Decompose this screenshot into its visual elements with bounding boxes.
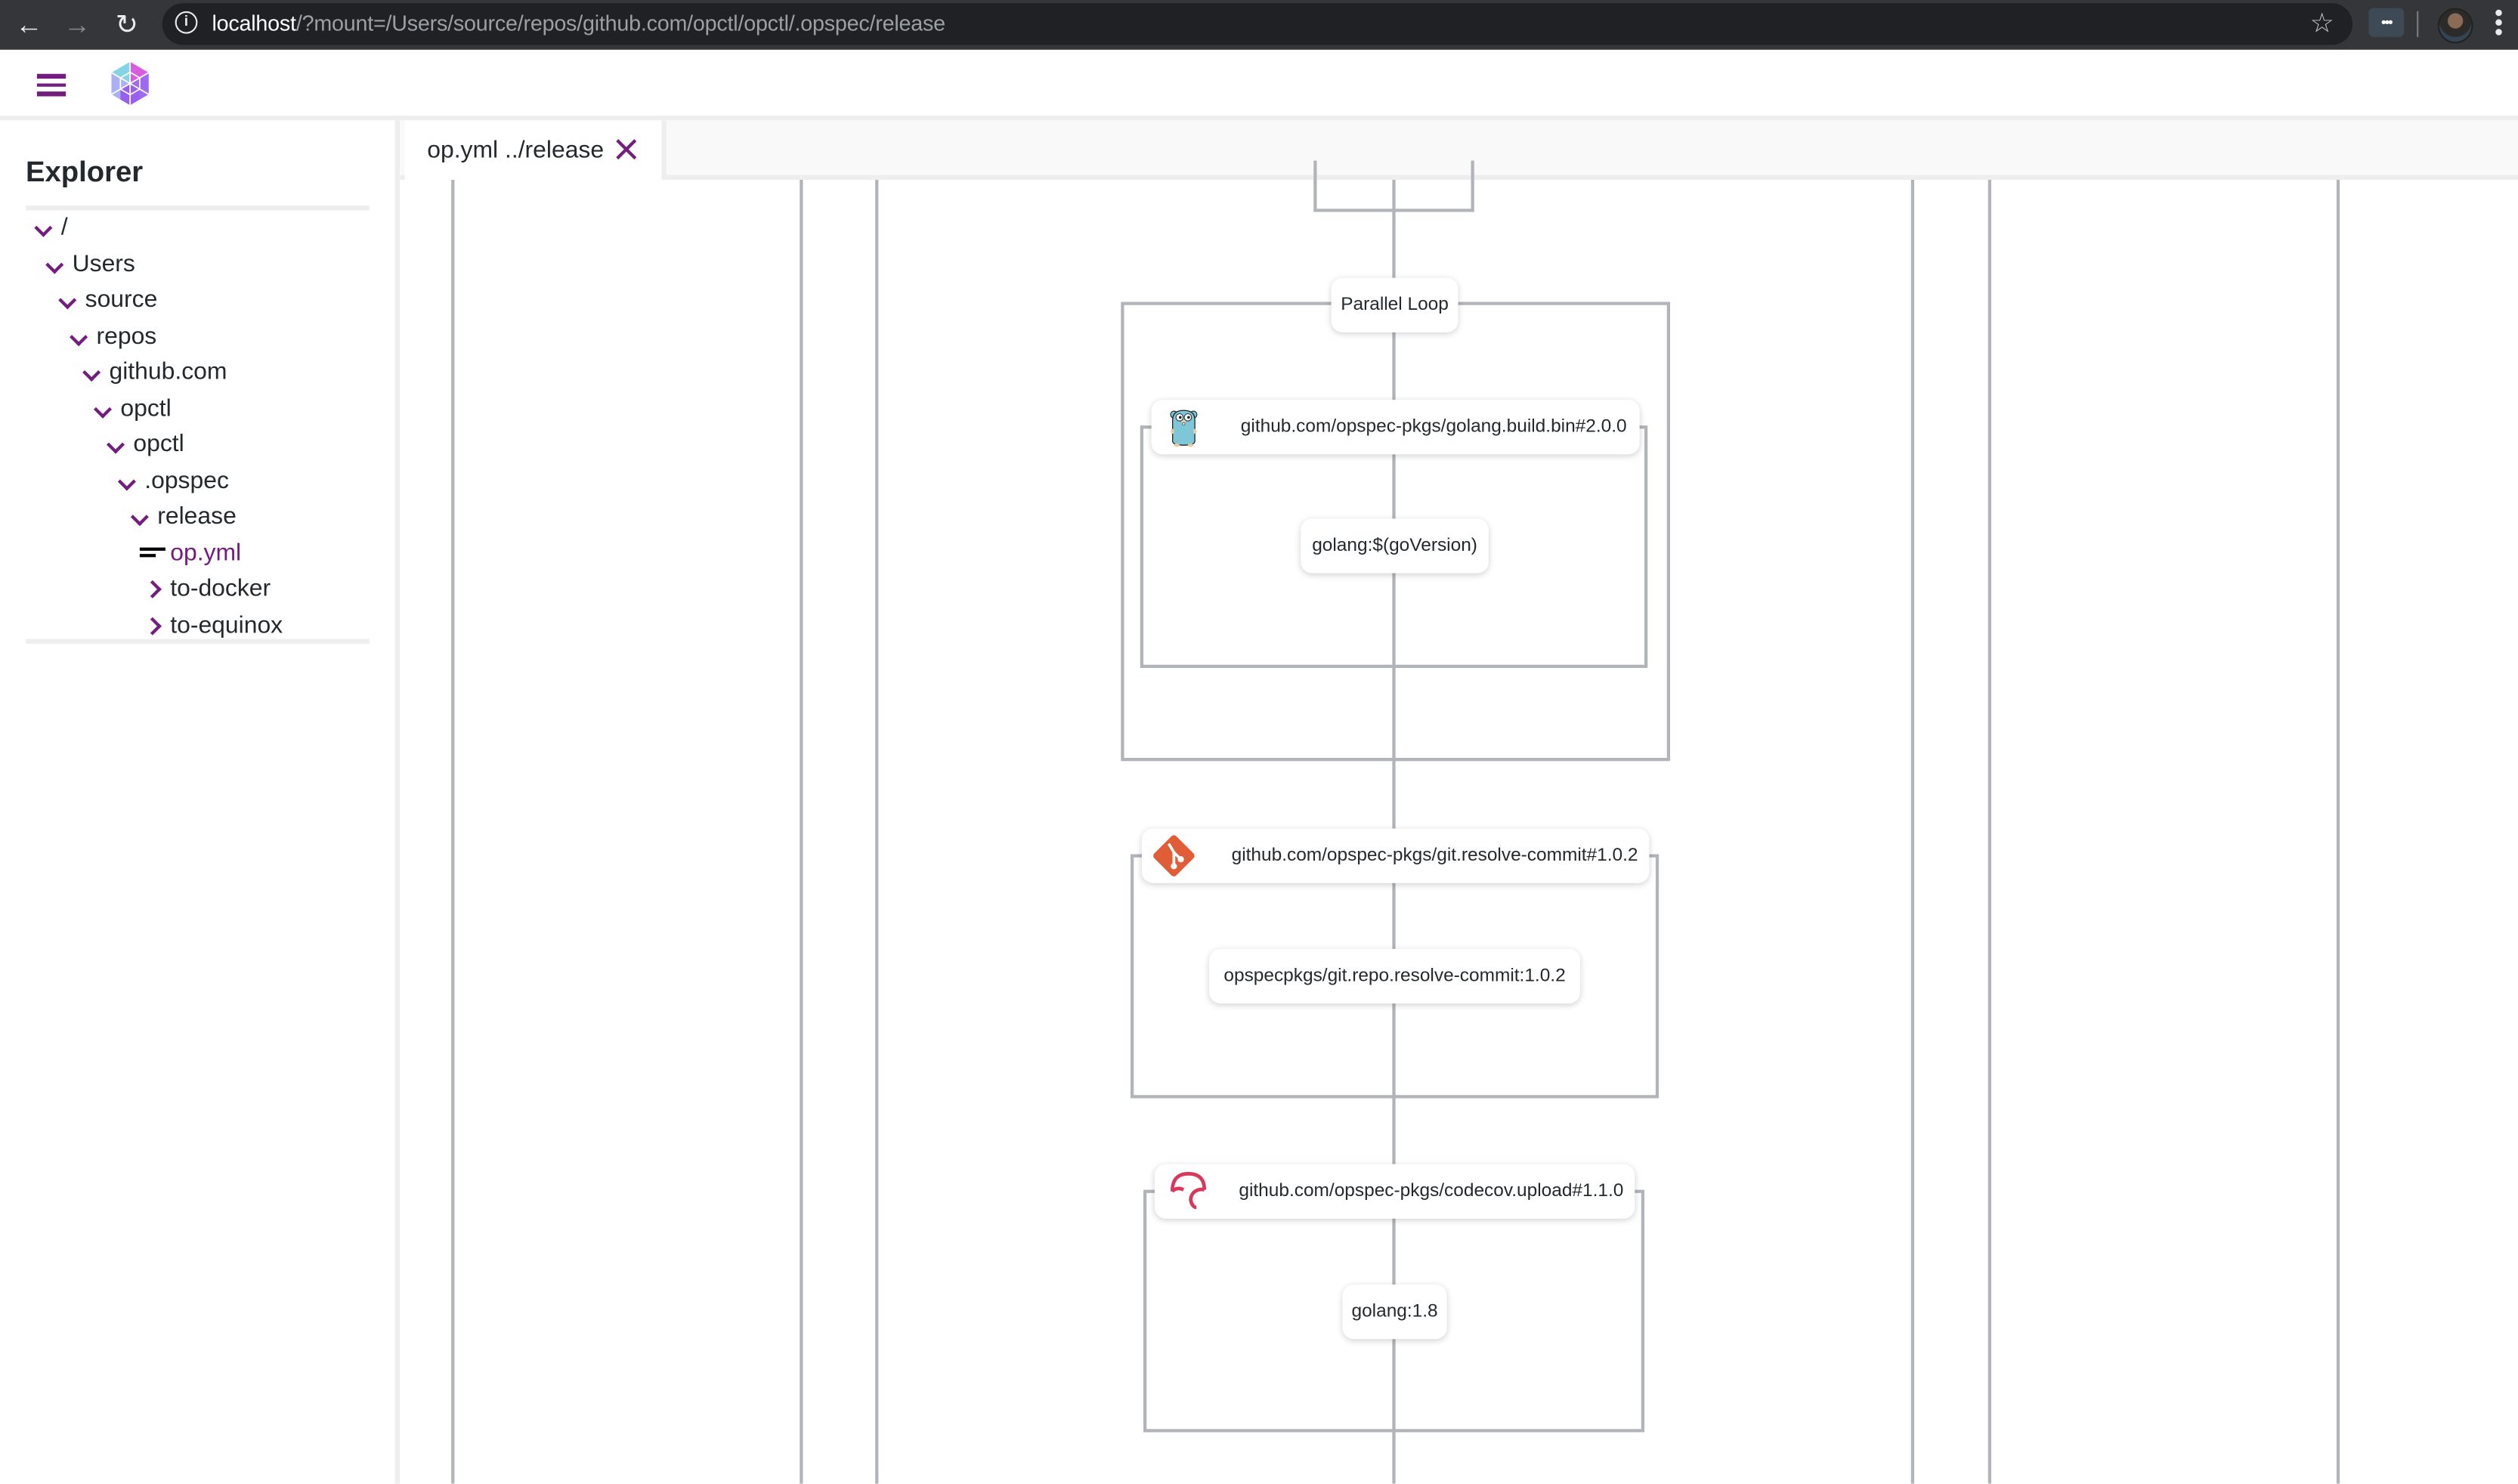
explorer-title: Explorer xyxy=(26,156,144,188)
tree-item-github-com[interactable]: github.com xyxy=(80,355,227,391)
container-image: opspecpkgs/git.repo.resolve-commit:1.0.2 xyxy=(1223,966,1566,986)
tree-item-label: release xyxy=(157,502,237,530)
chevron-down-icon[interactable] xyxy=(56,283,79,318)
op-ref: github.com/opspec-pkgs/codecov.upload#1.… xyxy=(1239,1182,1624,1201)
git-icon xyxy=(1153,835,1195,876)
lane-line xyxy=(1987,180,1991,1484)
tree-item-root[interactable]: / xyxy=(32,210,68,246)
chevron-down-icon[interactable] xyxy=(128,499,151,535)
reload-button[interactable]: ↻ xyxy=(110,8,145,44)
container-image: golang:1.8 xyxy=(1351,1302,1438,1322)
chevron-down-icon[interactable] xyxy=(80,355,103,391)
arrow-left-icon: ← xyxy=(15,9,43,41)
tree-item-release[interactable]: release xyxy=(128,499,237,535)
tab-op-yml[interactable]: op.yml ../release xyxy=(404,120,667,180)
codecov-icon xyxy=(1170,1172,1207,1210)
tree-item-label: source xyxy=(85,286,158,314)
reload-icon: ↻ xyxy=(115,9,139,41)
tree-item-label: op.yml xyxy=(170,539,242,567)
arrow-right-icon: → xyxy=(63,9,91,41)
container-node[interactable]: golang:$(goVersion) xyxy=(1301,518,1489,574)
tree-item-label: opctl xyxy=(133,430,184,458)
container-image: golang:$(goVersion) xyxy=(1312,536,1477,556)
gopher-icon xyxy=(1170,410,1198,447)
lane-line xyxy=(875,180,879,1484)
lane-line xyxy=(1910,180,1914,1484)
chevron-down-icon[interactable] xyxy=(43,247,66,283)
toolbar-divider xyxy=(2417,11,2419,37)
close-icon[interactable] xyxy=(614,137,639,162)
star-icon: ☆ xyxy=(2309,8,2334,39)
opctl-logo-icon[interactable] xyxy=(106,60,154,108)
tab-label: op.yml ../release xyxy=(427,136,605,164)
op-ref: github.com/opspec-pkgs/golang.build.bin#… xyxy=(1240,417,1627,437)
op-ref: github.com/opspec-pkgs/git.resolve-commi… xyxy=(1231,846,1638,866)
app-header xyxy=(0,49,2518,121)
op-node-codecov-upload[interactable]: github.com/opspec-pkgs/codecov.upload#1.… xyxy=(1154,1164,1635,1219)
tree-item-opctl-org[interactable]: opctl xyxy=(91,392,172,428)
tree-item-label: opctl xyxy=(120,394,172,422)
tree-item-repos[interactable]: repos xyxy=(67,320,157,355)
tree-item-label: repos xyxy=(96,323,157,351)
profile-avatar[interactable] xyxy=(2437,8,2473,44)
chevron-down-icon[interactable] xyxy=(91,392,114,428)
tree-item-source[interactable]: source xyxy=(56,283,158,318)
extension-button[interactable]: ••• xyxy=(2368,8,2405,37)
chevron-right-icon[interactable] xyxy=(141,572,164,608)
tree-item-label: to-docker xyxy=(170,574,271,602)
chevron-down-icon[interactable] xyxy=(32,210,55,246)
forward-button[interactable]: → xyxy=(60,8,95,44)
tree-item-to-equinox[interactable]: to-equinox xyxy=(141,608,283,644)
lane-line xyxy=(451,180,455,1484)
container-node[interactable]: opspecpkgs/git.repo.resolve-commit:1.0.2 xyxy=(1209,948,1580,1004)
tree-item-label: .opspec xyxy=(144,467,229,495)
tree-item-label: to-equinox xyxy=(170,611,283,639)
bookmark-button[interactable]: ☆ xyxy=(2308,8,2337,39)
op-node-golang-build[interactable]: github.com/opspec-pkgs/golang.build.bin#… xyxy=(1151,400,1640,455)
tree-item-to-docker[interactable]: to-docker xyxy=(141,572,271,608)
tree-item-label: Users xyxy=(72,250,135,278)
previous-step-frame xyxy=(1313,160,1474,212)
address-bar[interactable]: i localhost/?mount=/Users/source/repos/g… xyxy=(162,3,2353,45)
chevron-down-icon[interactable] xyxy=(104,427,127,462)
url-host: localhost xyxy=(212,11,297,36)
tree-item-label: / xyxy=(60,213,68,241)
tree-item-users[interactable]: Users xyxy=(43,247,135,283)
parallel-loop-node[interactable]: Parallel Loop xyxy=(1331,277,1459,332)
info-icon[interactable]: i xyxy=(175,11,198,34)
file-icon xyxy=(139,547,165,558)
browser-window: ← → ↻ i localhost/?mount=/Users/source/r… xyxy=(0,0,2518,1484)
chevron-down-icon[interactable] xyxy=(67,320,90,355)
tree-item-opctl-repo[interactable]: opctl xyxy=(104,427,184,462)
tree-item-op-yml[interactable]: op.yml xyxy=(139,536,242,572)
tree-item-label: github.com xyxy=(109,357,227,385)
lane-line xyxy=(2336,180,2340,1484)
explorer-sidebar: Explorer / Users source repos github.com… xyxy=(0,120,401,1484)
parallel-loop-label: Parallel Loop xyxy=(1341,295,1449,315)
chevron-down-icon[interactable] xyxy=(116,464,138,499)
browser-menu-button[interactable] xyxy=(2492,8,2505,41)
chevron-right-icon[interactable] xyxy=(141,608,164,644)
lane-line xyxy=(800,180,803,1484)
container-node[interactable]: golang:1.8 xyxy=(1342,1285,1447,1340)
back-button[interactable]: ← xyxy=(11,8,47,44)
url-text[interactable]: localhost/?mount=/Users/source/repos/git… xyxy=(212,11,946,37)
hamburger-menu-icon[interactable] xyxy=(36,73,67,97)
url-path: /?mount=/Users/source/repos/github.com/o… xyxy=(295,11,945,36)
tree-item-opspec[interactable]: .opspec xyxy=(116,464,229,499)
op-node-git-resolve-commit[interactable]: github.com/opspec-pkgs/git.resolve-commi… xyxy=(1141,828,1650,883)
browser-toolbar: ← → ↻ i localhost/?mount=/Users/source/r… xyxy=(0,0,2518,50)
